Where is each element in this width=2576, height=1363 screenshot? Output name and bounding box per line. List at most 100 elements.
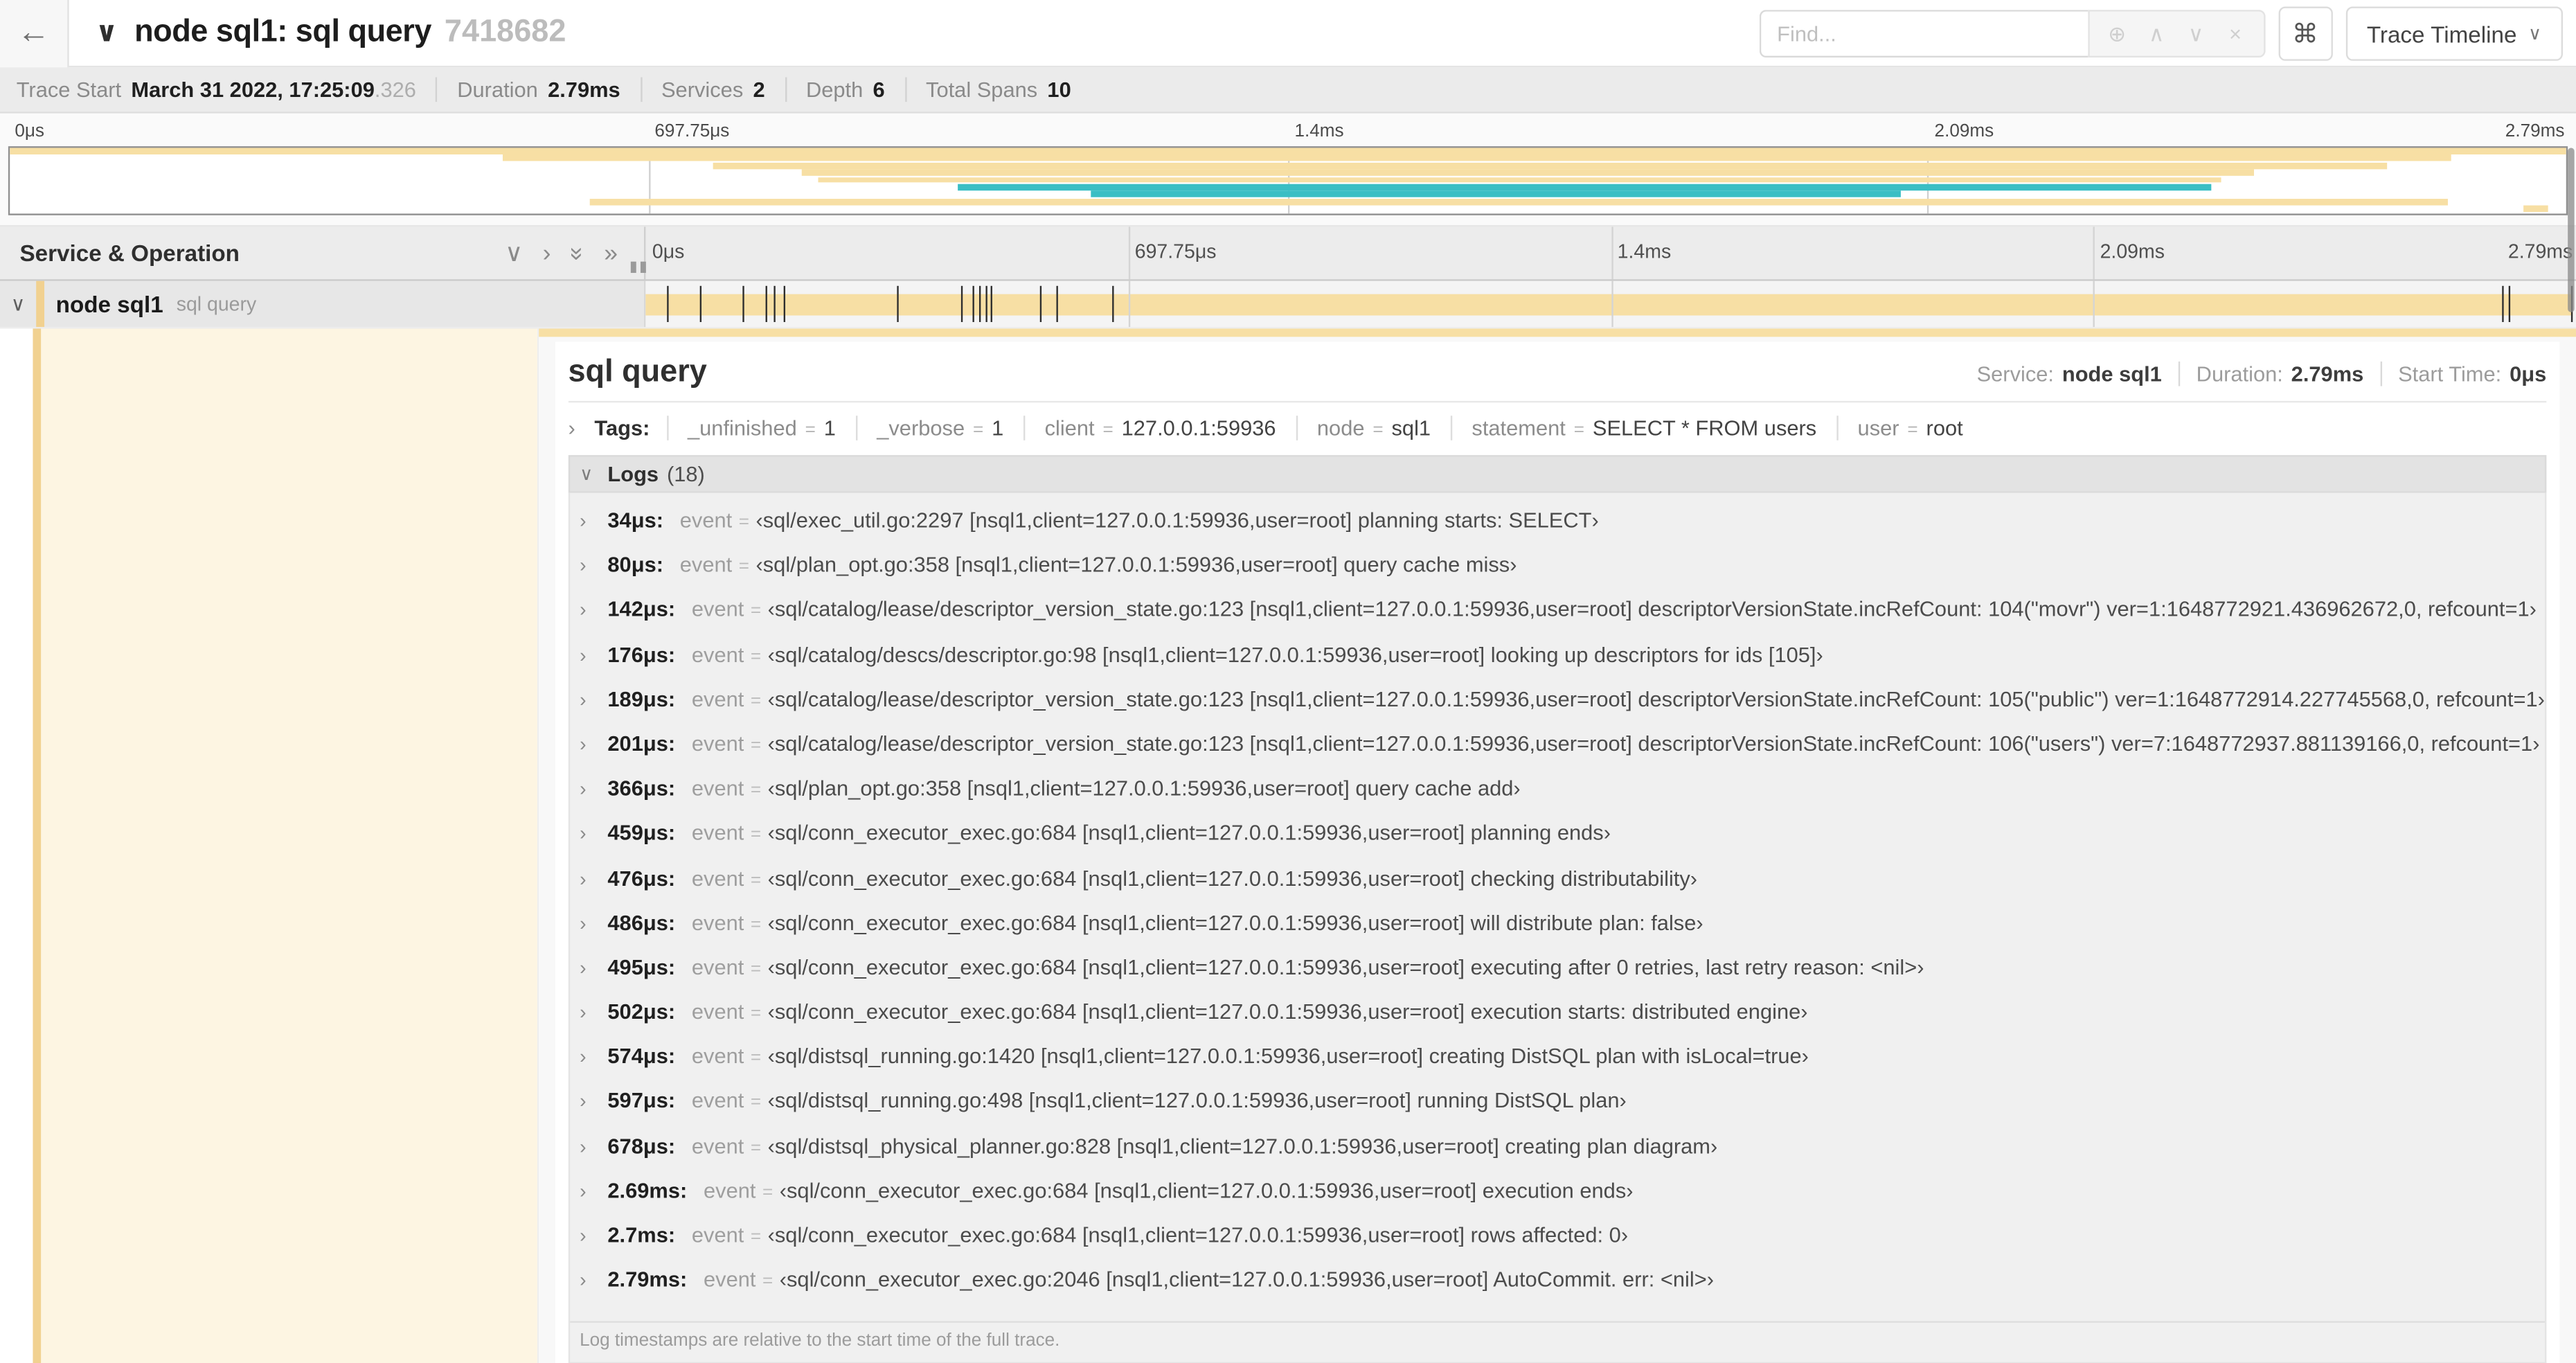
log-timestamp: 189μs: — [607, 686, 676, 711]
chevron-right-icon[interactable]: › — [580, 688, 607, 711]
log-row[interactable]: › 80μs: event = ‹sql/plan_opt.go:358 [nsql1,… — [570, 553, 2545, 598]
span-duration-bar[interactable] — [645, 285, 2573, 323]
ruler-tick-label: 2.79ms — [2505, 121, 2565, 142]
span-detail-left-gutter — [0, 328, 539, 1363]
equals-sign: = — [738, 513, 749, 533]
equals-sign: = — [738, 557, 749, 578]
chevron-right-icon[interactable]: › — [580, 956, 607, 979]
chevron-right-icon[interactable]: › — [580, 1179, 607, 1202]
chevron-right-icon[interactable]: › — [580, 777, 607, 800]
chevron-down-icon[interactable]: ∨ — [580, 463, 607, 484]
span-row[interactable]: ∨ node sql1 sql query — [0, 280, 2576, 329]
find-focus-icon[interactable]: ⊕ — [2099, 21, 2135, 47]
minimap-ruler: 0μs 697.75μs 1.4ms 2.09ms 2.79ms — [8, 116, 2568, 146]
log-row[interactable]: › 2.79ms: event = ‹sql/conn_executor_exec.go… — [570, 1267, 2545, 1312]
log-field-value: ‹sql/catalog/lease/descriptor_version_st… — [767, 597, 2537, 622]
chevron-right-icon[interactable]: › — [580, 1090, 607, 1113]
find-clear-icon[interactable]: × — [2217, 21, 2253, 46]
chevron-right-icon[interactable]: › — [580, 822, 607, 845]
tag-value: root — [1926, 416, 1963, 440]
log-event-tick — [897, 285, 899, 323]
chevron-right-icon[interactable]: › — [580, 1269, 607, 1292]
logs-list: › 34μs: event = ‹sql/exec_util.go:2297 [nsql… — [568, 492, 2547, 1363]
meta-label: Start Time: — [2398, 361, 2502, 386]
log-event-tick — [699, 285, 701, 323]
log-row[interactable]: › 176μs: event = ‹sql/catalog/descs/descript… — [570, 642, 2545, 687]
operation-name: sql query — [176, 292, 257, 316]
equals-sign: = — [750, 1049, 762, 1069]
find-next-icon[interactable]: ∨ — [2178, 21, 2214, 47]
ruler-tick-label: 2.09ms — [2100, 240, 2165, 263]
trace-collapse-chevron-icon[interactable]: ∨ — [96, 17, 118, 49]
chevron-right-icon[interactable]: › — [580, 643, 607, 666]
minimap-canvas[interactable] — [8, 146, 2568, 215]
log-row[interactable]: › 189μs: event = ‹sql/catalog/lease/descript… — [570, 686, 2545, 731]
trace-stat: Duration 2.79ms — [436, 77, 640, 103]
expand-all-icon[interactable]: » — [604, 241, 618, 266]
span-collapse-chevron-icon[interactable]: ∨ — [0, 292, 36, 315]
log-field-value: ‹sql/plan_opt.go:358 [nsql1,client=127.0… — [755, 552, 1517, 578]
equals-sign: = — [750, 870, 762, 890]
ruler-gridline — [2093, 226, 2095, 280]
chevron-right-icon[interactable]: › — [580, 733, 607, 756]
log-row[interactable]: › 476μs: event = ‹sql/conn_executor_exec.go:… — [570, 865, 2545, 910]
log-field-key: event — [691, 641, 744, 667]
log-field-value: ‹sql/conn_executor_exec.go:684 [nsql1,cl… — [767, 909, 1703, 935]
chevron-right-icon[interactable]: › — [580, 911, 607, 934]
span-row-timeline-cell[interactable] — [645, 280, 2576, 328]
span-row-name-cell[interactable]: ∨ node sql1 sql query — [0, 280, 646, 328]
log-field-key: event — [691, 999, 744, 1024]
tags-row[interactable]: › Tags: _unfinished = 1 _verbose = 1 client = 12… — [568, 402, 2546, 455]
expand-one-icon[interactable]: › — [543, 241, 551, 266]
log-row[interactable]: › 2.69ms: event = ‹sql/conn_executor_exec.go… — [570, 1178, 2545, 1223]
column-resizer-handle[interactable]: ▮▮ — [629, 258, 649, 276]
log-row[interactable]: › 2.7ms: event = ‹sql/conn_executor_exec.go:… — [570, 1222, 2545, 1267]
chevron-right-icon[interactable]: › — [580, 1001, 607, 1024]
log-row[interactable]: › 459μs: event = ‹sql/conn_executor_exec.go:… — [570, 821, 2545, 866]
chevron-right-icon[interactable]: › — [580, 1045, 607, 1068]
equals-sign: = — [750, 1004, 762, 1024]
find-input[interactable] — [1759, 10, 2088, 58]
collapse-all-icon[interactable]: » — [564, 246, 591, 260]
chevron-right-icon[interactable]: › — [580, 598, 607, 621]
trace-view-selector[interactable]: Trace Timeline ∨ — [2345, 6, 2564, 61]
scrollbar-thumb[interactable] — [2568, 148, 2575, 312]
equals-sign: = — [750, 825, 762, 846]
chevron-right-icon[interactable]: › — [580, 1224, 607, 1247]
header-actions: ⊕ ∧ ∨ × ⌘ Trace Timeline ∨ — [1759, 0, 2564, 67]
log-row[interactable]: › 502μs: event = ‹sql/conn_executor_exec.go:… — [570, 999, 2545, 1044]
log-row[interactable]: › 366μs: event = ‹sql/plan_opt.go:358 [nsql1… — [570, 776, 2545, 821]
find-prev-icon[interactable]: ∧ — [2138, 21, 2174, 47]
equals-sign: = — [1372, 420, 1384, 440]
log-row[interactable]: › 495μs: event = ‹sql/conn_executor_exec.go:… — [570, 954, 2545, 999]
log-row[interactable]: › 142μs: event = ‹sql/catalog/lease/descript… — [570, 597, 2545, 642]
chevron-right-icon[interactable]: › — [568, 416, 594, 440]
chevron-right-icon[interactable]: › — [580, 554, 607, 577]
span-detail-header: sql query Service: node sql1 Duration: 2.79… — [568, 352, 2547, 403]
log-row[interactable]: › 597μs: event = ‹sql/distsql_running.go:498… — [570, 1089, 2545, 1134]
log-row[interactable]: › 34μs: event = ‹sql/exec_util.go:2297 [nsql… — [570, 508, 2545, 553]
trace-stats-bar: Trace Start March 31 2022, 17:25:09.326 Du… — [0, 67, 2576, 114]
log-timestamp: 176μs: — [607, 641, 676, 667]
stat-label: Services — [661, 77, 744, 103]
back-button[interactable]: ← — [0, 0, 69, 67]
log-row[interactable]: › 574μs: event = ‹sql/distsql_running.go:142… — [570, 1044, 2545, 1089]
equals-sign: = — [750, 1138, 762, 1158]
log-timestamp: 34μs: — [607, 508, 664, 533]
logs-section-header[interactable]: ∨ Logs (18) — [568, 455, 2547, 493]
log-row[interactable]: › 201μs: event = ‹sql/catalog/lease/descript… — [570, 731, 2545, 776]
equals-sign: = — [762, 1272, 773, 1292]
log-row[interactable]: › 678μs: event = ‹sql/distsql_physical_plann… — [570, 1133, 2545, 1178]
log-field-key: event — [691, 909, 744, 935]
chevron-right-icon[interactable]: › — [580, 509, 607, 532]
equals-sign: = — [750, 736, 762, 756]
log-event-tick — [2502, 285, 2504, 323]
chevron-right-icon[interactable]: › — [580, 866, 607, 889]
chevron-right-icon[interactable]: › — [580, 1134, 607, 1157]
timeline-minimap[interactable]: 0μs 697.75μs 1.4ms 2.09ms 2.79ms — [0, 113, 2576, 227]
stat-value: 6 — [873, 77, 885, 103]
keyboard-shortcuts-button[interactable]: ⌘ — [2278, 6, 2333, 61]
log-event-tick — [1040, 285, 1042, 323]
collapse-one-icon[interactable]: ∨ — [505, 241, 523, 266]
log-row[interactable]: › 486μs: event = ‹sql/conn_executor_exec.go:… — [570, 910, 2545, 955]
